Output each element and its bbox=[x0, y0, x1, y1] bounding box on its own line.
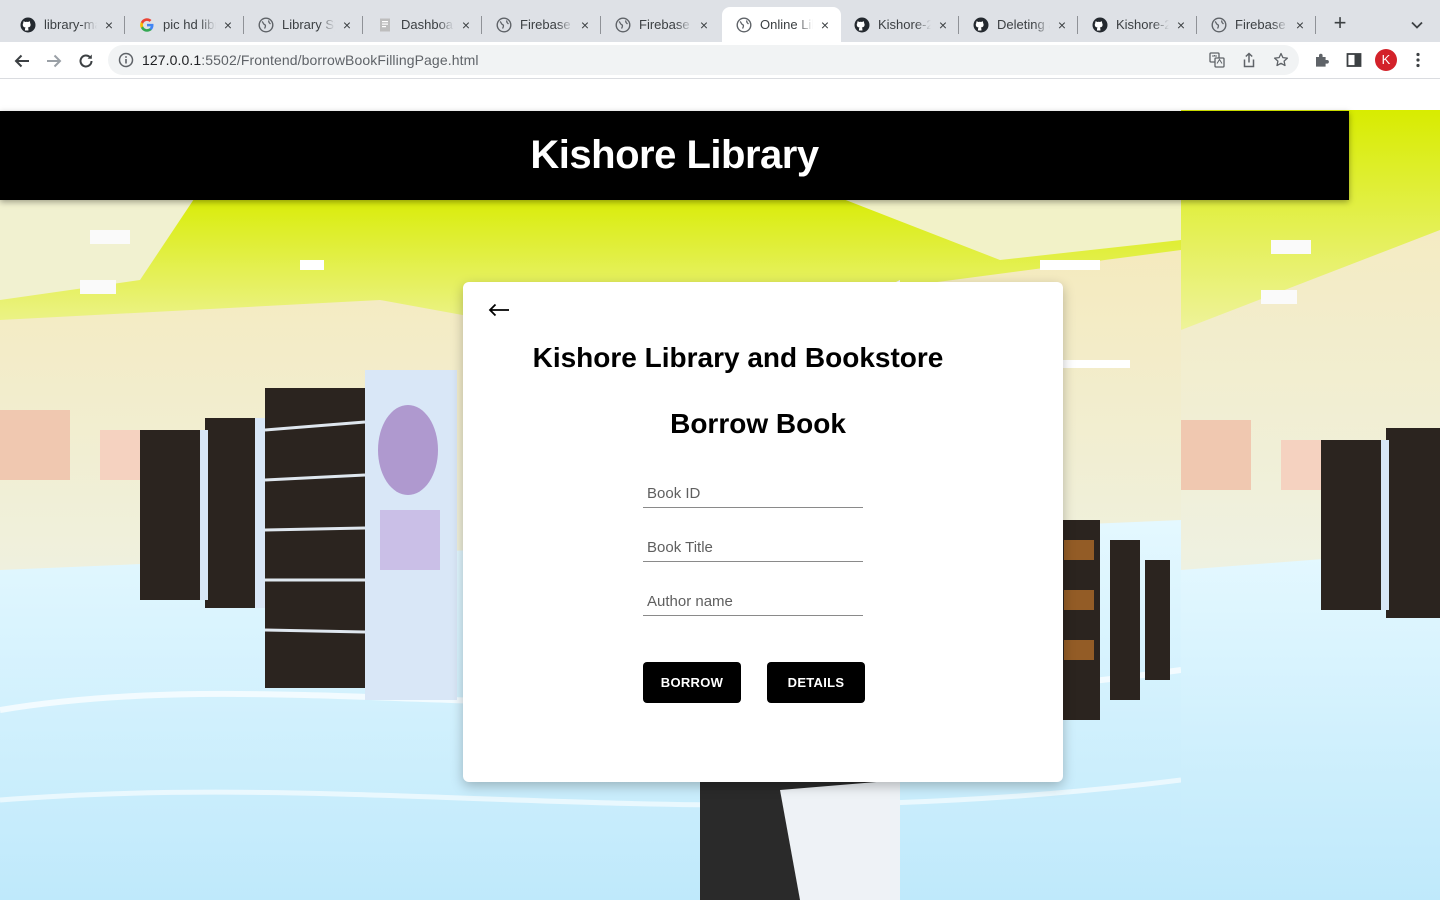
globe-icon bbox=[736, 16, 752, 33]
globe-icon bbox=[1211, 16, 1227, 33]
url-path: :5502/Frontend/borrowBookFillingPage.htm… bbox=[201, 52, 479, 68]
reload-icon[interactable] bbox=[73, 48, 99, 74]
tab-title: Firebase Auth bbox=[520, 17, 573, 32]
github-icon bbox=[1092, 17, 1108, 33]
browser-toolbar: 127.0.0.1:5502/Frontend/borrowBookFillin… bbox=[0, 42, 1440, 79]
author-name-field[interactable] bbox=[643, 586, 863, 616]
browser-tab[interactable]: pic hd library × bbox=[125, 7, 244, 42]
tab-title: pic hd library bbox=[163, 17, 216, 32]
github-icon bbox=[973, 17, 989, 33]
library-background-image-repeat bbox=[1181, 110, 1440, 900]
url-text: 127.0.0.1:5502/Frontend/borrowBookFillin… bbox=[142, 52, 479, 68]
browser-tab[interactable]: Kishore-2 × bbox=[840, 7, 959, 42]
tab-search-chevron-down-icon[interactable] bbox=[1406, 14, 1428, 36]
details-button[interactable]: DETAILS bbox=[767, 662, 865, 703]
close-icon[interactable]: × bbox=[577, 17, 593, 33]
github-icon bbox=[854, 17, 870, 33]
form-title: Borrow Book bbox=[670, 408, 846, 439]
store-title: Kishore Library and Bookstore bbox=[532, 342, 944, 373]
close-icon[interactable]: × bbox=[1173, 17, 1189, 33]
more-menu-icon[interactable] bbox=[1408, 50, 1428, 70]
tab-title: Library System bbox=[282, 17, 335, 32]
browser-tab[interactable]: Library System × bbox=[244, 7, 363, 42]
tab-title: Kishore-2 bbox=[878, 17, 931, 32]
browser-tab[interactable]: Firebase Auth × bbox=[482, 7, 601, 42]
share-icon[interactable] bbox=[1241, 52, 1257, 68]
close-icon[interactable]: × bbox=[696, 17, 712, 33]
browser-tab[interactable]: Kishore-2 × bbox=[1078, 7, 1197, 42]
github-icon bbox=[20, 17, 36, 33]
book-id-input[interactable] bbox=[643, 478, 863, 507]
tab-title: Online Library bbox=[760, 17, 813, 32]
globe-icon bbox=[496, 16, 512, 33]
back-arrow-icon[interactable] bbox=[9, 48, 35, 74]
globe-icon bbox=[615, 16, 631, 33]
tab-title: Deleting a bbox=[997, 17, 1050, 32]
browser-tab[interactable]: Dashboard × bbox=[363, 7, 482, 42]
browser-tab-active[interactable]: Online Library × bbox=[722, 7, 841, 42]
forward-arrow-icon[interactable] bbox=[41, 48, 67, 74]
browser-tab[interactable]: Deleting a × bbox=[959, 7, 1078, 42]
browser-tab-strip: library-management × pic hd library × Li… bbox=[0, 0, 1440, 42]
tab-title: Firebase D bbox=[1235, 17, 1288, 32]
profile-avatar[interactable]: K bbox=[1375, 49, 1397, 71]
close-icon[interactable]: × bbox=[935, 17, 951, 33]
close-icon[interactable]: × bbox=[817, 17, 833, 33]
browser-tab[interactable]: library-management × bbox=[6, 7, 125, 42]
document-icon bbox=[377, 17, 393, 33]
site-title: Kishore Library bbox=[530, 133, 819, 177]
google-icon bbox=[139, 17, 155, 33]
info-icon[interactable] bbox=[118, 52, 134, 68]
bookmark-star-icon[interactable] bbox=[1273, 52, 1289, 68]
tab-title: Dashboard bbox=[401, 17, 454, 32]
book-title-field[interactable] bbox=[643, 532, 863, 562]
close-icon[interactable]: × bbox=[101, 17, 117, 33]
close-icon[interactable]: × bbox=[339, 17, 355, 33]
tab-title: Firebase Store bbox=[639, 17, 692, 32]
arrow-left-icon[interactable] bbox=[485, 296, 513, 324]
new-tab-button[interactable]: + bbox=[1328, 12, 1352, 36]
site-header: Kishore Library bbox=[0, 111, 1349, 200]
translate-icon[interactable] bbox=[1209, 52, 1225, 68]
url-host: 127.0.0.1 bbox=[142, 52, 202, 68]
author-name-input[interactable] bbox=[643, 586, 863, 615]
extensions-puzzle-icon[interactable] bbox=[1312, 50, 1332, 70]
page-viewport: Kishore Library Kishore Library and Book… bbox=[0, 80, 1440, 900]
borrow-book-card: Kishore Library and Bookstore Borrow Boo… bbox=[463, 282, 1063, 782]
close-icon[interactable]: × bbox=[458, 17, 474, 33]
tab-title: library-management bbox=[44, 17, 97, 32]
book-title-input[interactable] bbox=[643, 532, 863, 561]
borrow-button[interactable]: BORROW bbox=[643, 662, 741, 703]
close-icon[interactable]: × bbox=[1054, 17, 1070, 33]
globe-icon bbox=[258, 16, 274, 33]
book-id-field[interactable] bbox=[643, 478, 863, 508]
browser-tab[interactable]: Firebase D × bbox=[1197, 7, 1316, 42]
close-icon[interactable]: × bbox=[220, 17, 236, 33]
close-icon[interactable]: × bbox=[1292, 17, 1308, 33]
address-bar[interactable]: 127.0.0.1:5502/Frontend/borrowBookFillin… bbox=[108, 45, 1299, 75]
tab-title: Kishore-2 bbox=[1116, 17, 1169, 32]
side-panel-icon[interactable] bbox=[1344, 50, 1364, 70]
browser-tab[interactable]: Firebase Store × bbox=[601, 7, 720, 42]
